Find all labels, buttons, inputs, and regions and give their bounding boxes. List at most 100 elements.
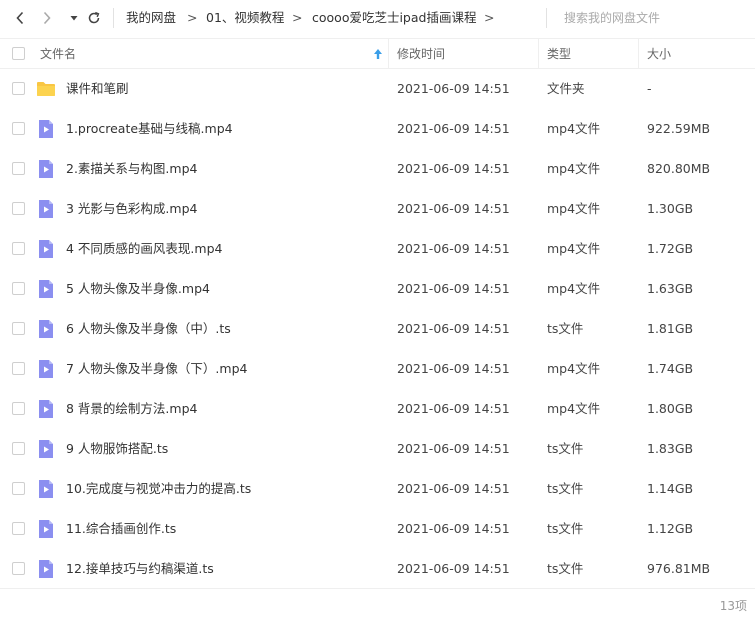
breadcrumb-separator: > (292, 10, 303, 25)
file-row[interactable]: 12.接单技巧与约稿渠道.ts 2021-06-09 14:51 ts文件 97… (0, 549, 755, 589)
status-bar: 13项 (0, 588, 755, 620)
column-divider[interactable] (538, 39, 539, 68)
folder-icon (37, 82, 55, 96)
row-checkbox[interactable] (12, 562, 25, 575)
back-button[interactable] (9, 7, 31, 29)
file-type: mp4文件 (547, 401, 601, 416)
file-row[interactable]: 课件和笔刷 2021-06-09 14:51 文件夹 - (0, 69, 755, 109)
file-type: mp4文件 (547, 161, 601, 176)
row-checkbox[interactable] (12, 442, 25, 455)
file-row[interactable]: 3 光影与色彩构成.mp4 2021-06-09 14:51 mp4文件 1.3… (0, 189, 755, 229)
row-checkbox[interactable] (12, 322, 25, 335)
sort-ascending-icon[interactable] (373, 48, 383, 60)
file-name[interactable]: 3 光影与色彩构成.mp4 (66, 201, 197, 217)
breadcrumb-item-video[interactable]: 01、视频教程 (206, 10, 284, 26)
nav-bar: 我的网盘 > 01、视频教程 > coooo爱吃芝士ipad插画课程 > (0, 0, 755, 38)
file-row[interactable]: 5 人物头像及半身像.mp4 2021-06-09 14:51 mp4文件 1.… (0, 269, 755, 309)
file-size: 922.59MB (647, 121, 711, 136)
column-header-modified[interactable]: 修改时间 (397, 46, 445, 62)
select-all-checkbox[interactable] (12, 47, 25, 60)
file-type: ts文件 (547, 521, 584, 536)
refresh-button[interactable] (83, 7, 105, 29)
file-type: mp4文件 (547, 201, 601, 216)
file-modified: 2021-06-09 14:51 (397, 561, 510, 576)
file-modified: 2021-06-09 14:51 (397, 121, 510, 136)
file-name[interactable]: 7 人物头像及半身像（下）.mp4 (66, 361, 247, 377)
video-file-icon (39, 400, 53, 418)
file-type: 文件夹 (547, 81, 585, 96)
file-name[interactable]: 4 不同质感的画风表现.mp4 (66, 241, 222, 257)
search-divider (546, 8, 547, 28)
file-type: ts文件 (547, 561, 584, 576)
file-name[interactable]: 5 人物头像及半身像.mp4 (66, 281, 210, 297)
file-size: 1.72GB (647, 241, 694, 256)
caret-down-icon (70, 16, 78, 21)
row-checkbox[interactable] (12, 282, 25, 295)
chevron-left-icon (16, 11, 24, 25)
file-row[interactable]: 10.完成度与视觉冲击力的提高.ts 2021-06-09 14:51 ts文件… (0, 469, 755, 509)
history-dropdown-button[interactable] (63, 7, 85, 29)
breadcrumb-item-course[interactable]: coooo爱吃芝士ipad插画课程 (312, 10, 476, 26)
file-modified: 2021-06-09 14:51 (397, 161, 510, 176)
file-type: mp4文件 (547, 281, 601, 296)
file-type: ts文件 (547, 441, 584, 456)
video-file-icon (39, 240, 53, 258)
row-checkbox[interactable] (12, 362, 25, 375)
video-file-icon (39, 440, 53, 458)
file-size: 1.12GB (647, 521, 694, 536)
file-row[interactable]: 2.素描关系与构图.mp4 2021-06-09 14:51 mp4文件 820… (0, 149, 755, 189)
file-row[interactable]: 1.procreate基础与线稿.mp4 2021-06-09 14:51 mp… (0, 109, 755, 149)
row-checkbox[interactable] (12, 242, 25, 255)
breadcrumb-item-root[interactable]: 我的网盘 (126, 10, 176, 26)
file-type: mp4文件 (547, 361, 601, 376)
file-name[interactable]: 课件和笔刷 (66, 81, 129, 97)
chevron-right-icon (43, 11, 51, 25)
column-header-name[interactable]: 文件名 (40, 46, 76, 62)
file-row[interactable]: 7 人物头像及半身像（下）.mp4 2021-06-09 14:51 mp4文件… (0, 349, 755, 389)
row-checkbox[interactable] (12, 402, 25, 415)
refresh-icon (88, 11, 100, 24)
video-file-icon (39, 280, 53, 298)
file-modified: 2021-06-09 14:51 (397, 241, 510, 256)
row-checkbox[interactable] (12, 522, 25, 535)
file-size: 1.74GB (647, 361, 694, 376)
search-input[interactable] (556, 6, 746, 30)
file-name[interactable]: 10.完成度与视觉冲击力的提高.ts (66, 481, 251, 497)
row-checkbox[interactable] (12, 122, 25, 135)
file-name[interactable]: 1.procreate基础与线稿.mp4 (66, 121, 233, 137)
column-divider[interactable] (388, 39, 389, 68)
row-checkbox[interactable] (12, 82, 25, 95)
file-name[interactable]: 12.接单技巧与约稿渠道.ts (66, 561, 214, 577)
file-modified: 2021-06-09 14:51 (397, 441, 510, 456)
file-name[interactable]: 6 人物头像及半身像（中）.ts (66, 321, 231, 337)
file-name[interactable]: 2.素描关系与构图.mp4 (66, 161, 197, 177)
file-name[interactable]: 9 人物服饰搭配.ts (66, 441, 168, 457)
file-modified: 2021-06-09 14:51 (397, 201, 510, 216)
file-modified: 2021-06-09 14:51 (397, 521, 510, 536)
row-checkbox[interactable] (12, 482, 25, 495)
file-name[interactable]: 11.综合插画创作.ts (66, 521, 176, 537)
file-modified: 2021-06-09 14:51 (397, 401, 510, 416)
column-divider[interactable] (638, 39, 639, 68)
file-row[interactable]: 6 人物头像及半身像（中）.ts 2021-06-09 14:51 ts文件 1… (0, 309, 755, 349)
video-file-icon (39, 560, 53, 578)
file-row[interactable]: 9 人物服饰搭配.ts 2021-06-09 14:51 ts文件 1.83GB (0, 429, 755, 469)
file-row[interactable]: 11.综合插画创作.ts 2021-06-09 14:51 ts文件 1.12G… (0, 509, 755, 549)
breadcrumb-separator: > (187, 10, 198, 25)
file-size: 1.83GB (647, 441, 694, 456)
forward-button[interactable] (36, 7, 58, 29)
video-file-icon (39, 120, 53, 138)
file-size: 820.80MB (647, 161, 711, 176)
file-type: mp4文件 (547, 241, 601, 256)
file-modified: 2021-06-09 14:51 (397, 481, 510, 496)
column-header-type[interactable]: 类型 (547, 46, 571, 62)
file-name[interactable]: 8 背景的绘制方法.mp4 (66, 401, 197, 417)
column-header-size[interactable]: 大小 (647, 46, 671, 62)
row-checkbox[interactable] (12, 162, 25, 175)
file-row[interactable]: 8 背景的绘制方法.mp4 2021-06-09 14:51 mp4文件 1.8… (0, 389, 755, 429)
video-file-icon (39, 480, 53, 498)
file-modified: 2021-06-09 14:51 (397, 281, 510, 296)
row-checkbox[interactable] (12, 202, 25, 215)
item-count: 13项 (719, 599, 747, 613)
file-row[interactable]: 4 不同质感的画风表现.mp4 2021-06-09 14:51 mp4文件 1… (0, 229, 755, 269)
